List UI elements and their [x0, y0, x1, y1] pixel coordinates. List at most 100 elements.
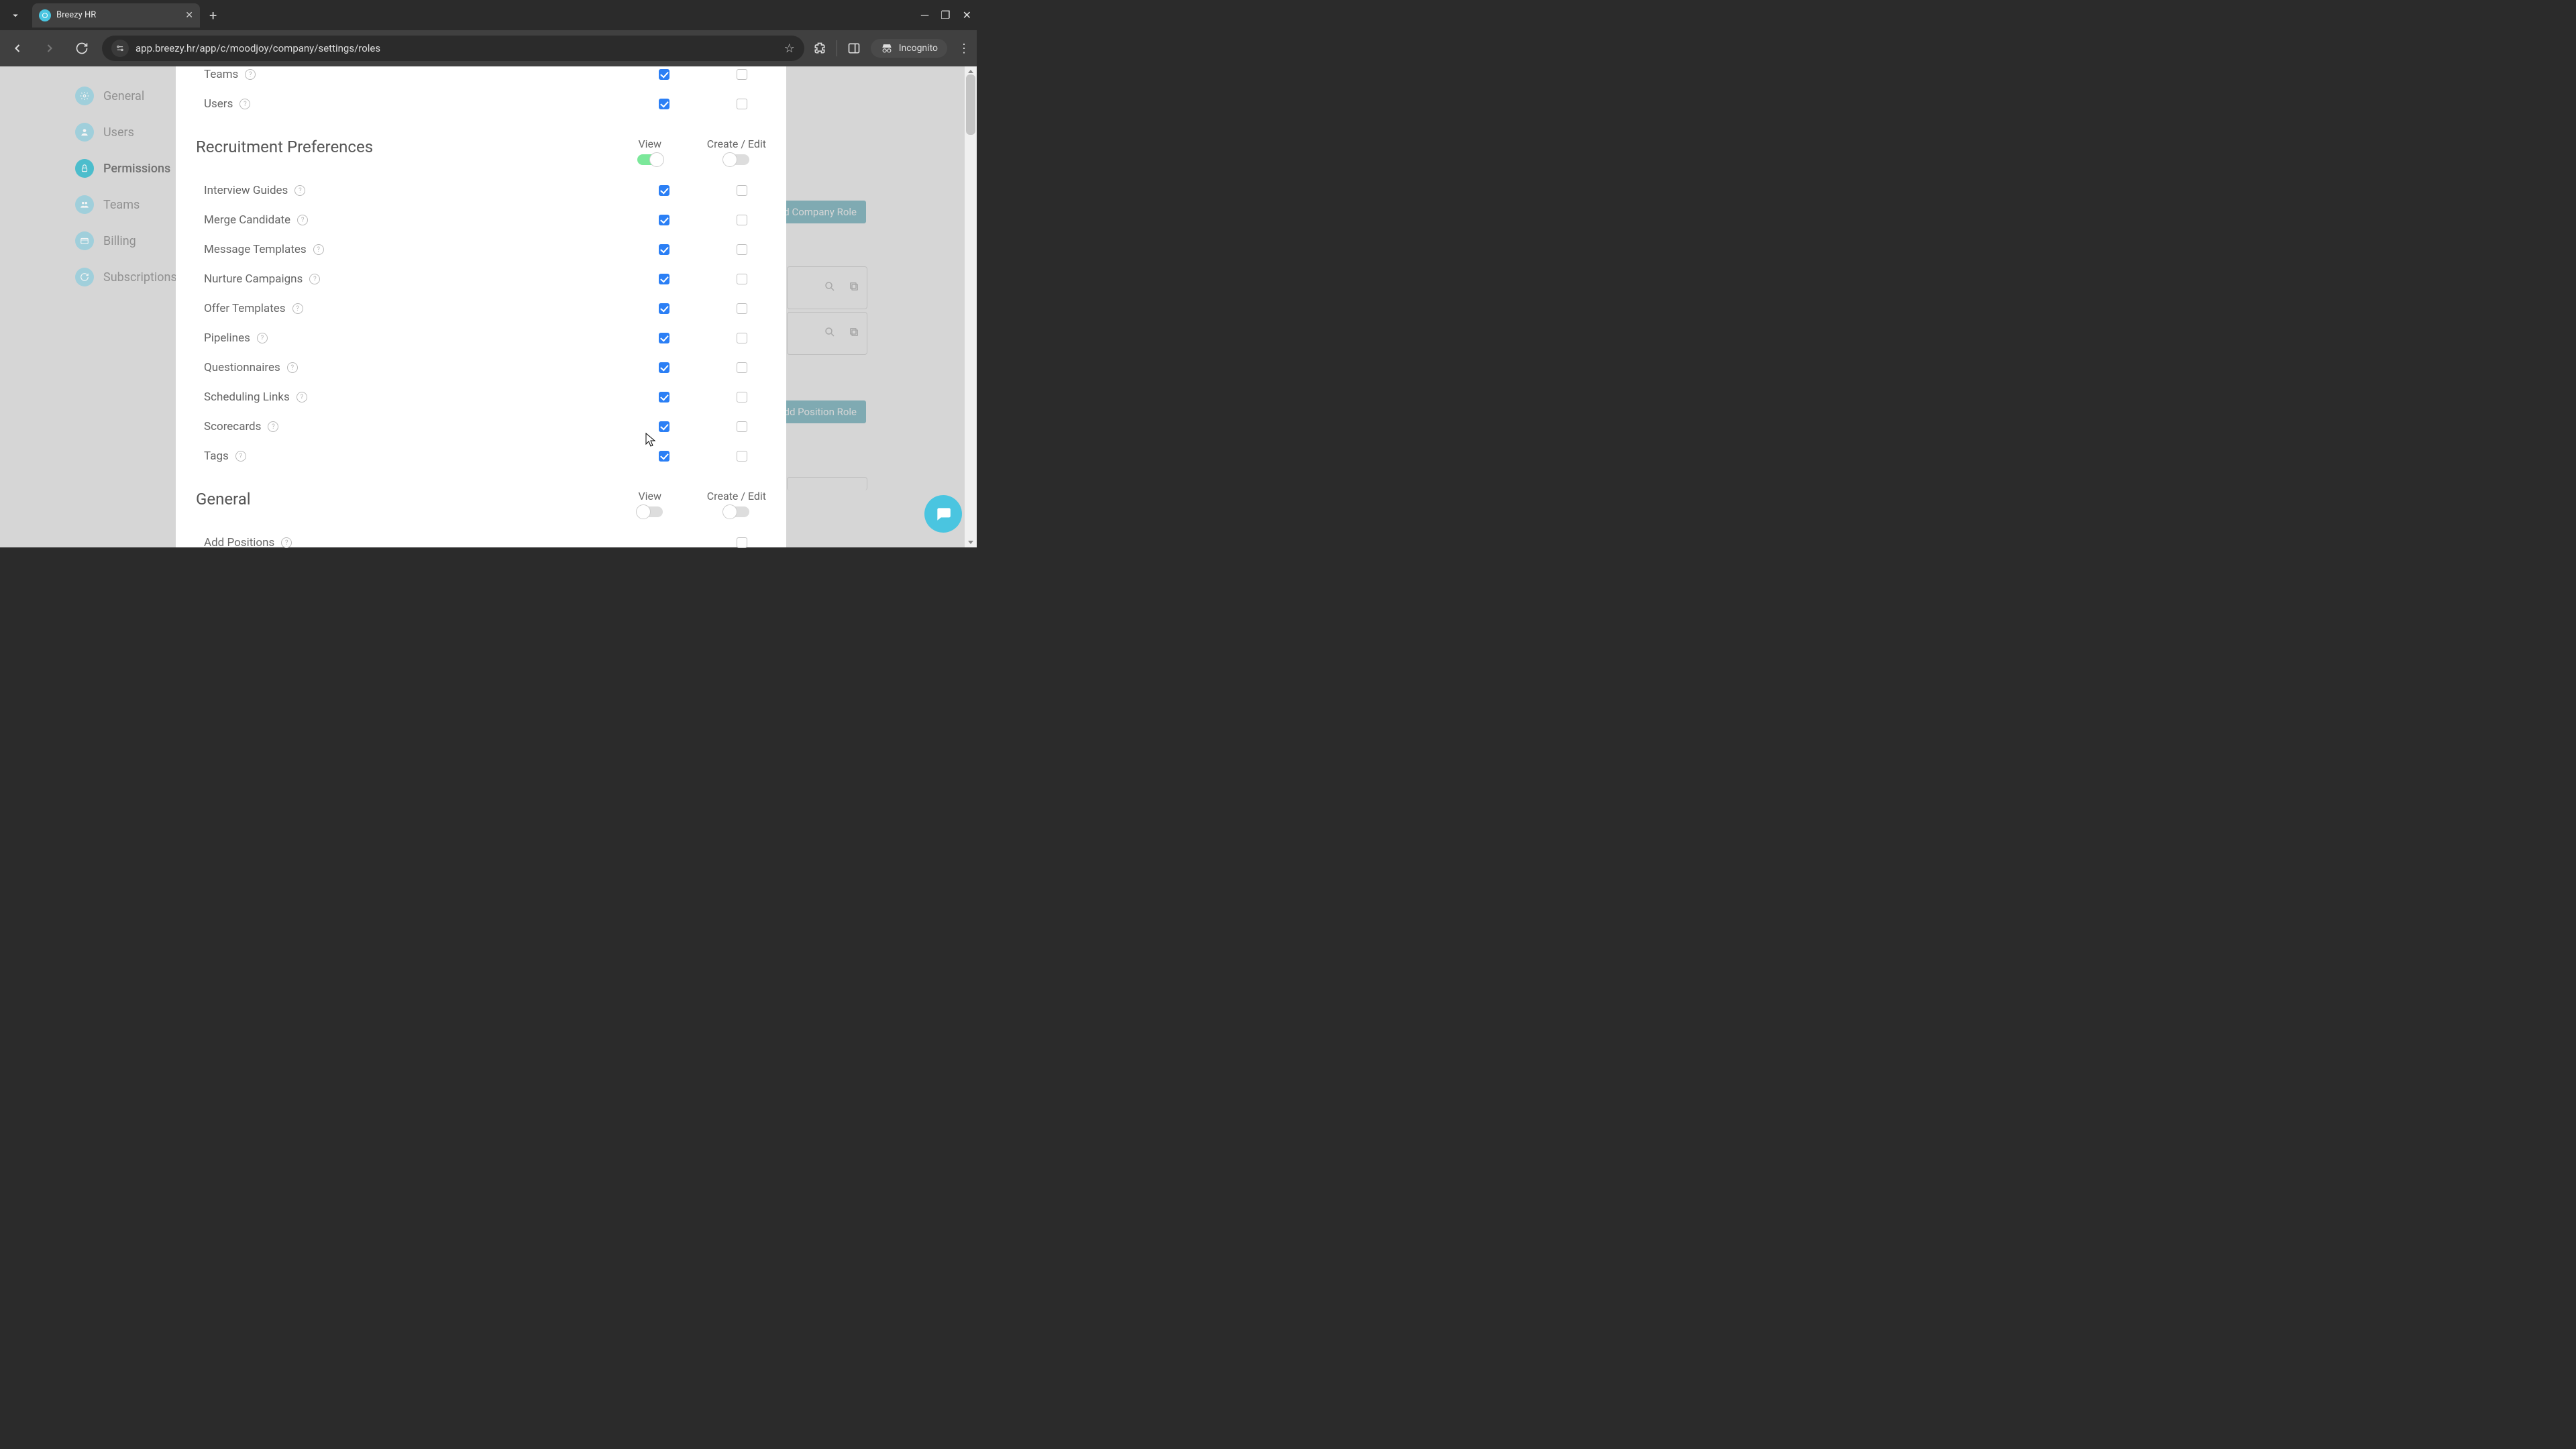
permission-label: Tags? — [204, 449, 246, 463]
sidebar-item-subscriptions[interactable]: Subscriptions — [75, 268, 177, 286]
permission-label: Pipelines? — [204, 331, 268, 345]
edit-checkbox[interactable] — [737, 185, 747, 196]
sidebar-icon — [75, 159, 94, 178]
help-icon[interactable]: ? — [309, 274, 320, 284]
edit-toggle[interactable] — [724, 154, 749, 165]
view-checkbox[interactable] — [659, 333, 669, 343]
edit-checkbox[interactable] — [737, 274, 747, 284]
permission-label: Add Positions? — [204, 536, 292, 549]
sidebar-item-permissions[interactable]: Permissions — [75, 159, 177, 178]
sidebar-item-teams[interactable]: Teams — [75, 195, 177, 214]
edit-checkbox[interactable] — [737, 392, 747, 402]
permission-row: Scorecards? — [176, 412, 786, 441]
help-icon[interactable]: ? — [235, 451, 246, 462]
help-icon[interactable]: ? — [297, 392, 307, 402]
section-header: General View Create / Edit — [176, 490, 786, 517]
edit-checkbox[interactable] — [737, 215, 747, 225]
maximize-icon[interactable]: ❐ — [941, 9, 950, 21]
tab-search-dropdown[interactable] — [3, 3, 28, 28]
sidebar-item-label: General — [103, 89, 144, 103]
permission-label: Questionnaires? — [204, 361, 298, 374]
section-title: Recruitment Preferences — [196, 138, 373, 156]
view-checkbox[interactable] — [659, 451, 669, 462]
edit-checkbox[interactable] — [737, 333, 747, 343]
view-toggle[interactable] — [637, 154, 663, 165]
sidebar-icon — [75, 268, 94, 286]
chat-widget-button[interactable] — [924, 495, 962, 533]
permission-row: Teams? — [176, 60, 786, 89]
help-icon[interactable]: ? — [292, 303, 303, 314]
edit-checkbox[interactable] — [737, 451, 747, 462]
permission-label: Message Templates? — [204, 243, 324, 256]
back-button[interactable] — [5, 36, 30, 60]
help-icon[interactable]: ? — [287, 362, 298, 373]
browser-tab-strip: Breezy HR ✕ + ─ ❐ ✕ — [0, 0, 977, 30]
help-icon[interactable]: ? — [297, 215, 308, 225]
view-toggle[interactable] — [637, 506, 663, 517]
section-header: Recruitment Preferences View Create / Ed… — [176, 138, 786, 165]
sidebar-icon — [75, 87, 94, 105]
view-checkbox[interactable] — [659, 69, 669, 80]
view-checkbox[interactable] — [659, 185, 669, 196]
view-checkbox[interactable] — [659, 303, 669, 314]
help-icon[interactable]: ? — [245, 69, 256, 80]
view-checkbox[interactable] — [659, 362, 669, 373]
side-panel-icon[interactable] — [847, 41, 861, 56]
help-icon[interactable]: ? — [257, 333, 268, 343]
permission-row: Add Positions? — [176, 528, 786, 557]
close-window-icon[interactable]: ✕ — [963, 9, 971, 21]
incognito-label: Incognito — [899, 43, 938, 54]
permission-label: Users? — [204, 97, 250, 111]
edit-checkbox[interactable] — [737, 537, 747, 548]
section-title: General — [196, 490, 251, 508]
browser-menu-icon[interactable]: ⋮ — [957, 41, 971, 56]
browser-tab[interactable]: Breezy HR ✕ — [32, 3, 200, 28]
edit-toggle[interactable] — [724, 506, 749, 517]
sidebar-item-billing[interactable]: Billing — [75, 231, 177, 250]
minimize-icon[interactable]: ─ — [921, 9, 928, 22]
permission-row: Users? — [176, 89, 786, 119]
tab-favicon — [39, 9, 51, 21]
edit-checkbox[interactable] — [737, 362, 747, 373]
url-text: app.breezy.hr/app/c/moodjoy/company/sett… — [136, 42, 777, 54]
permission-row: Scheduling Links? — [176, 382, 786, 412]
help-icon[interactable]: ? — [294, 185, 305, 196]
view-checkbox[interactable] — [659, 99, 669, 109]
view-checkbox[interactable] — [659, 215, 669, 225]
site-info-icon[interactable] — [111, 40, 129, 57]
help-icon[interactable]: ? — [268, 421, 278, 432]
edit-checkbox[interactable] — [737, 99, 747, 109]
extensions-icon[interactable] — [812, 41, 827, 56]
help-icon[interactable]: ? — [313, 244, 324, 255]
scroll-thumb[interactable] — [966, 74, 975, 135]
permission-row: Questionnaires? — [176, 353, 786, 382]
edit-checkbox[interactable] — [737, 244, 747, 255]
help-icon[interactable]: ? — [281, 537, 292, 548]
edit-column-label: Create / Edit — [707, 138, 766, 150]
view-checkbox[interactable] — [659, 421, 669, 432]
edit-checkbox[interactable] — [737, 303, 747, 314]
view-checkbox[interactable] — [659, 244, 669, 255]
new-tab-button[interactable]: + — [209, 7, 217, 23]
view-checkbox[interactable] — [659, 274, 669, 284]
view-checkbox[interactable] — [659, 392, 669, 402]
permission-label: Nurture Campaigns? — [204, 272, 320, 286]
address-bar[interactable]: app.breezy.hr/app/c/moodjoy/company/sett… — [102, 36, 804, 61]
forward-button[interactable] — [38, 36, 62, 60]
sidebar-item-users[interactable]: Users — [75, 123, 177, 142]
edit-checkbox[interactable] — [737, 69, 747, 80]
bookmark-icon[interactable]: ☆ — [784, 42, 795, 56]
reload-button[interactable] — [70, 36, 94, 60]
permission-label: Scorecards? — [204, 420, 278, 433]
tab-title: Breezy HR — [56, 10, 180, 20]
scroll-down-icon[interactable] — [965, 537, 977, 547]
sidebar-item-general[interactable]: General — [75, 87, 177, 105]
edit-checkbox[interactable] — [737, 421, 747, 432]
close-tab-icon[interactable]: ✕ — [185, 10, 193, 21]
permissions-modal: Teams? Users? Recruitment Preferences Vi… — [176, 66, 786, 547]
permission-row: Merge Candidate? — [176, 205, 786, 235]
page-scrollbar[interactable] — [965, 66, 977, 547]
help-icon[interactable]: ? — [239, 99, 250, 109]
incognito-badge[interactable]: Incognito — [871, 39, 947, 58]
settings-sidebar: General Users Permissions Teams Billing Subsc… — [75, 87, 177, 286]
